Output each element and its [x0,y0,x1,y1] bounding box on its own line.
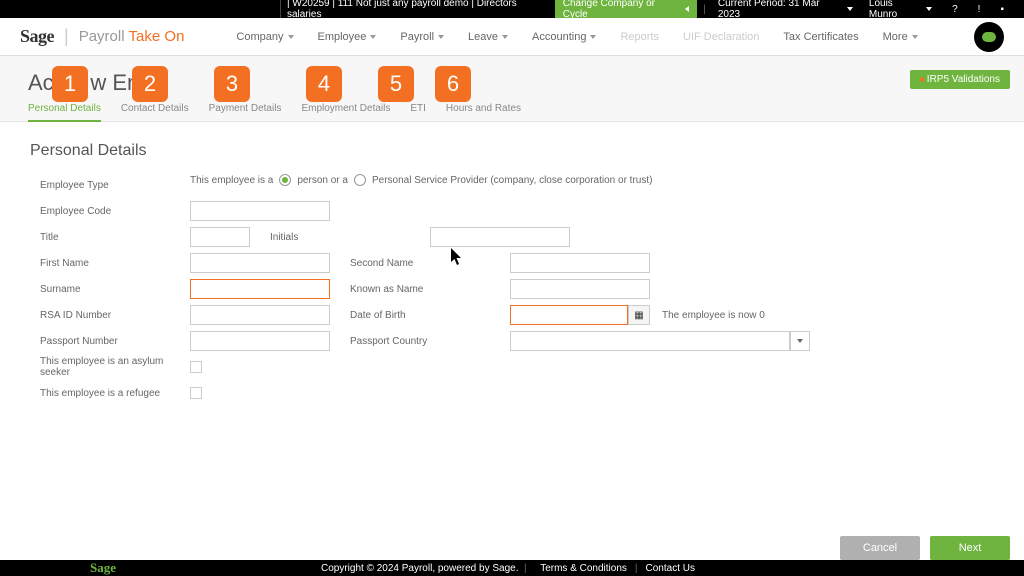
cursor-icon [450,248,464,266]
input-title[interactable] [190,227,250,247]
section-title: Personal Details [30,142,994,160]
label-rsa-id: RSA ID Number [30,310,190,321]
payroll-label: Payroll [79,28,125,45]
user-menu[interactable]: Louis Munro [859,0,942,18]
radio-person-label: person or a [297,175,348,186]
radio-psp[interactable] [354,174,366,186]
label-known-as: Known as Name [350,284,510,295]
tab-personal[interactable]: Personal Details [28,103,101,122]
checkbox-refugee[interactable] [190,387,202,399]
label-second-name: Second Name [350,258,510,269]
callout-1: 1 [52,66,88,102]
label-asylum: This employee is an asylum seeker [30,356,190,378]
context-breadcrumb: | W20259 | 111 Not just any payroll demo… [280,0,555,18]
chat-icon[interactable] [974,22,1004,52]
label-first-name: First Name [30,258,190,269]
caret-left-icon [685,6,689,12]
nav-accounting[interactable]: Accounting [520,31,608,43]
tab-payment[interactable]: Payment Details [209,103,282,122]
nav-payroll[interactable]: Payroll [388,31,456,43]
help-icon[interactable]: ? [942,0,968,18]
label-dob: Date of Birth [350,310,510,321]
callout-3: 3 [214,66,250,102]
input-initials[interactable] [430,227,570,247]
label-refugee: This employee is a refugee [30,388,190,399]
footer-terms[interactable]: Terms & Conditions [532,563,635,574]
tab-contact[interactable]: Contact Details [121,103,189,122]
employee-age-text: The employee is now 0 [662,310,765,321]
nav-reports: Reports [608,31,671,43]
callout-4: 4 [306,66,342,102]
radio-psp-label: Personal Service Provider (company, clos… [372,175,652,186]
employee-type-prefix: This employee is a [190,175,273,186]
input-surname[interactable] [190,279,330,299]
callout-5: 5 [378,66,414,102]
dropdown-icon[interactable] [790,331,810,351]
caret-down-icon [926,7,932,11]
nav-more[interactable]: More [871,31,930,43]
input-known-as[interactable] [510,279,650,299]
change-company-button[interactable]: Change Company or Cycle [555,0,698,18]
tab-employment[interactable]: Employment Details [301,103,390,122]
irp5-validations-button[interactable]: IRP5 Validations [910,70,1010,89]
callout-2: 2 [132,66,168,102]
input-passport-country[interactable] [510,331,790,351]
tab-hours[interactable]: Hours and Rates [446,103,521,122]
tab-eti[interactable]: ETI [410,103,426,122]
footer-contact[interactable]: Contact Us [638,563,703,574]
label-emp-code: Employee Code [30,206,190,217]
footer-copyright: Copyright © 2024 Payroll, powered by Sag… [321,563,518,574]
label-passport: Passport Number [30,336,190,347]
input-emp-code[interactable] [190,201,330,221]
footer-logo: Sage [90,560,116,576]
nav-tax-certificates[interactable]: Tax Certificates [771,31,870,43]
input-first-name[interactable] [190,253,330,273]
label-emp-type: Employee Type [30,180,190,191]
checkbox-asylum[interactable] [190,361,202,373]
page-header: Ac w Em 1 2 3 4 5 6 Personal Details Con… [0,56,1024,122]
sage-logo: Sage [20,26,54,47]
callout-6: 6 [435,66,471,102]
label-passport-country: Passport Country [350,336,510,347]
form-content: Personal Details This employee is a pers… [0,122,1024,426]
input-rsa-id[interactable] [190,305,330,325]
system-topbar: | W20259 | 111 Not just any payroll demo… [0,0,1024,18]
current-period[interactable]: Current Period: 31 Mar 2023 [712,0,859,18]
label-surname: Surname [30,284,190,295]
takeon-label: Take On [129,28,185,45]
label-title: Title [30,232,190,243]
calendar-icon[interactable]: ▦ [628,305,650,325]
nav-uif: UIF Declaration [671,31,771,43]
input-passport[interactable] [190,331,330,351]
nav-leave[interactable]: Leave [456,31,520,43]
caret-down-icon [847,7,853,11]
alert-icon[interactable]: ! [968,0,991,18]
nav-company[interactable]: Company [224,31,305,43]
input-second-name[interactable] [510,253,650,273]
nav-employee[interactable]: Employee [306,31,389,43]
cancel-button[interactable]: Cancel [840,536,920,560]
label-initials: Initials [270,232,430,243]
notes-icon[interactable]: ▪ [990,0,1014,18]
next-button[interactable]: Next [930,536,1010,560]
input-dob[interactable] [510,305,628,325]
main-header: Sage | Payroll Take On Company Employee … [0,18,1024,56]
footer: Sage Copyright © 2024 Payroll, powered b… [0,560,1024,576]
button-bar: Cancel Next [840,536,1010,560]
